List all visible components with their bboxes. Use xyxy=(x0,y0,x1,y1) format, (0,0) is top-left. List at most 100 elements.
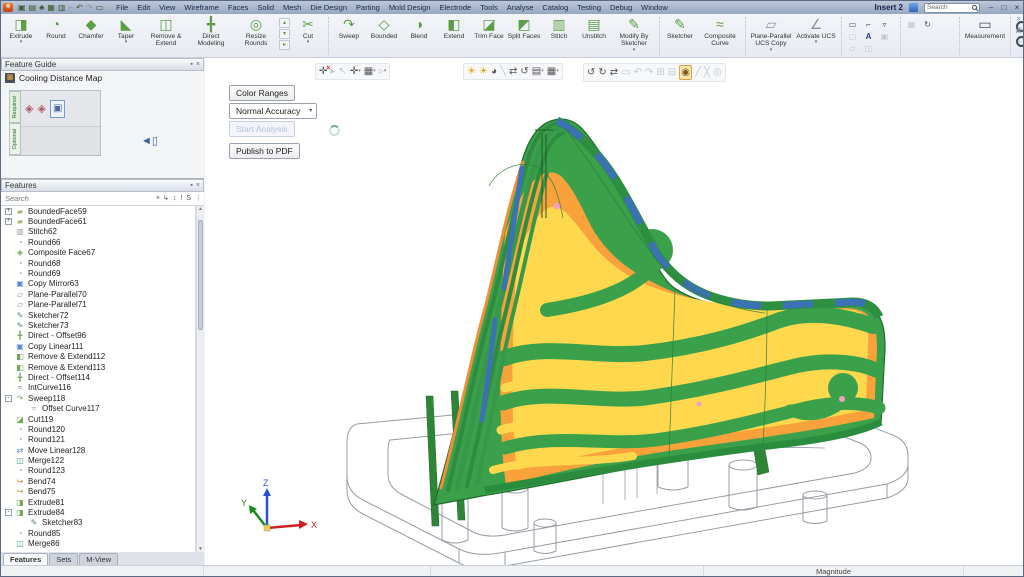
qa-open-folder-icon[interactable]: ▤ xyxy=(28,3,38,13)
tree-item-round68[interactable]: ◔Round68 xyxy=(1,258,195,268)
publish-pdf-button[interactable]: Publish to PDF xyxy=(229,143,300,159)
annotation-table-icon[interactable]: ◫ xyxy=(861,43,876,54)
tree-item-cut119[interactable]: ◪Cut119 xyxy=(1,414,195,424)
qa-undo-icon[interactable]: ↶ xyxy=(75,3,84,13)
annotation-note-icon[interactable]: ▱ xyxy=(845,43,860,54)
ribbon-unstitch-button[interactable]: ▤Unstitch xyxy=(577,16,611,40)
feature-guide-item[interactable]: ▦ Cooling Distance Map xyxy=(1,71,204,85)
tab-sets[interactable]: Sets xyxy=(49,553,78,565)
ucs-grid-icon[interactable]: ▦▾ xyxy=(364,65,376,78)
minimize-button[interactable]: ‒ xyxy=(986,2,996,13)
menu-solid[interactable]: Solid xyxy=(257,2,274,14)
close-icon[interactable]: × xyxy=(196,61,200,68)
annotation-balloon-icon[interactable]: ▣ xyxy=(877,31,892,42)
filter-flag-icon[interactable]: ! xyxy=(180,193,182,205)
filter-sort-icon[interactable]: ↕ xyxy=(173,193,177,205)
rotate-right-icon[interactable]: ↻ xyxy=(598,66,606,79)
menu-parting[interactable]: Parting xyxy=(356,2,380,14)
visibility-icon[interactable]: ◉ xyxy=(679,65,692,80)
select-faces-b-icon[interactable]: ◈ xyxy=(37,99,45,119)
view-undo-icon[interactable]: ↶ xyxy=(634,66,642,79)
qa-window-cascade-icon[interactable]: ▦ xyxy=(46,3,56,13)
ribbon-collapse-2[interactable]: ‒ xyxy=(1015,38,1022,46)
mini-button-1[interactable]: ▾ xyxy=(279,29,290,39)
menu-testing[interactable]: Testing xyxy=(577,2,601,14)
ribbon-collapse-1[interactable]: ▣ xyxy=(1015,27,1022,35)
ribbon-composite-curve-button[interactable]: ≈Composite Curve xyxy=(698,16,742,48)
shade-mode-icon[interactable]: ▤▾ xyxy=(532,65,544,78)
accuracy-dropdown[interactable]: Normal Accuracy xyxy=(229,103,317,119)
menu-faces[interactable]: Faces xyxy=(228,2,248,14)
qa-save-icon[interactable]: ▣ xyxy=(17,3,27,13)
tree-item-round69[interactable]: ◔Round69 xyxy=(1,268,195,278)
light-all-icon[interactable]: ☀ xyxy=(467,65,476,78)
exit-guide-icon[interactable]: ◄▯ xyxy=(141,134,158,147)
features-search-input[interactable] xyxy=(3,193,153,204)
tree-item-round120[interactable]: ◔Round120 xyxy=(1,424,195,434)
view-sub-icon[interactable]: ⊟ xyxy=(668,66,676,79)
select-faces-a-icon[interactable]: ◈ xyxy=(25,99,33,119)
ribbon-bounded-button[interactable]: ◇Bounded xyxy=(367,16,401,40)
features-header[interactable]: Features ▪ × xyxy=(1,179,204,192)
menu-die-design[interactable]: Die Design xyxy=(310,2,347,14)
clear-search-icon[interactable]: × xyxy=(156,193,160,205)
spin-icon[interactable]: ⇄ xyxy=(610,66,618,79)
view-add-icon[interactable]: ⊞ xyxy=(656,66,664,79)
tree-item-remove-extend112[interactable]: ◧Remove & Extend112 xyxy=(1,351,195,361)
tree-item-boundedface59[interactable]: +▰BoundedFace59 xyxy=(1,206,195,216)
maximize-button[interactable]: □ xyxy=(999,2,1009,13)
tree-item-direct-offset114[interactable]: ╋Direct - Offset114 xyxy=(1,372,195,382)
mini-button-2[interactable]: ▸ xyxy=(279,40,290,50)
ribbon-split-faces-button[interactable]: ◩Split Faces xyxy=(507,16,541,40)
tree-item-boundedface61[interactable]: +▰BoundedFace61 xyxy=(1,216,195,226)
ribbon-plane-parallel-ucs-copy-button[interactable]: ▱Plane-Parallel UCS Copy▾ xyxy=(749,16,793,52)
menu-window[interactable]: Window xyxy=(641,2,668,14)
filter-branch-icon[interactable]: ↳ xyxy=(163,193,169,205)
ucs-more-icon[interactable]: ▹▾ xyxy=(379,65,387,78)
tab-required[interactable]: Required xyxy=(10,91,21,123)
ribbon-resize-rounds-button[interactable]: ◎Resize Rounds xyxy=(234,16,278,48)
qa-feature-tree-icon[interactable]: ♣ xyxy=(38,3,45,13)
ribbon-chamfer-button[interactable]: ◆Chamfer xyxy=(74,16,108,40)
ribbon-modify-by-sketcher-button[interactable]: ✎Modify By Sketcher▾ xyxy=(612,16,656,52)
global-search-box[interactable]: Search xyxy=(924,3,980,13)
ucs-model-icon[interactable]: ✛▾ xyxy=(350,65,361,78)
qa-window-layout-icon[interactable]: ▥ xyxy=(57,3,67,13)
tree-item-copy-linear111[interactable]: ▣Copy Linear111 xyxy=(1,341,195,351)
tree-item-stitch62[interactable]: ▥Stitch62 xyxy=(1,227,195,237)
swap-view-icon[interactable]: ⇄ xyxy=(509,65,517,78)
tree-scrollbar[interactable]: ▲ ▼ xyxy=(196,206,204,552)
qa-screen-icon[interactable]: ▭ xyxy=(95,3,105,13)
tree-item-copy-mirror63[interactable]: ▣Copy Mirror63 xyxy=(1,279,195,289)
feature-guide-header[interactable]: Feature Guide ▪ × xyxy=(1,58,204,71)
tree-item-extrude84[interactable]: -◨Extrude84 xyxy=(1,507,195,517)
menu-wireframe[interactable]: Wireframe xyxy=(184,2,219,14)
view-redo-icon[interactable]: ↷ xyxy=(645,66,653,79)
refresh-view-icon[interactable]: ↺ xyxy=(520,65,528,78)
app-logo-icon[interactable]: ❋ xyxy=(3,3,13,12)
tree-item-plane-parallel71[interactable]: ▱Plane-Parallel71 xyxy=(1,300,195,310)
qa-key-tool-icon[interactable]: ⌐ xyxy=(68,3,75,13)
filter-suppress-icon[interactable]: S xyxy=(186,193,191,205)
ribbon-round-button[interactable]: ◔Round xyxy=(39,16,73,40)
tab-m-view[interactable]: M-View xyxy=(79,553,118,565)
tree-item-bend74[interactable]: ↪Bend74 xyxy=(1,476,195,486)
annotation-text-icon[interactable]: A xyxy=(861,31,876,42)
delete-ucs-icon[interactable]: ✛ xyxy=(319,65,327,78)
ribbon-activate-ucs-button[interactable]: ∠Activate UCS▾ xyxy=(794,16,838,44)
dimension-linear-icon[interactable]: ▭ xyxy=(845,19,860,30)
viewport[interactable]: Z X Y ✛▸↖✛▾▦▾▹▾ ☀☀◕╲⇄↺▤▾▦▾ ↺↻⇄▭↶↷⊞⊟◉╱╳◎ … xyxy=(205,58,1023,565)
expander-icon[interactable]: - xyxy=(5,395,12,402)
tree-item-sweep118[interactable]: -↷Sweep118 xyxy=(1,393,195,403)
tree-item-plane-parallel70[interactable]: ▱Plane-Parallel70 xyxy=(1,289,195,299)
tree-item-direct-offset96[interactable]: ╋Direct - Offset96 xyxy=(1,331,195,341)
preview-window-icon[interactable]: ▣ xyxy=(50,100,65,118)
tree-item-bend75[interactable]: ↪Bend75 xyxy=(1,487,195,497)
expander-icon[interactable]: + xyxy=(5,208,12,215)
ribbon-collapse-0[interactable]: × xyxy=(1015,16,1022,24)
menu-analyse[interactable]: Analyse xyxy=(507,2,534,14)
tree-item-extrude81[interactable]: ◨Extrude81 xyxy=(1,497,195,507)
ribbon-trim-face-button[interactable]: ◪Trim Face xyxy=(472,16,506,40)
ribbon-sweep-button[interactable]: ↷Sweep xyxy=(332,16,366,40)
history-icon[interactable]: ↻ xyxy=(920,19,935,30)
